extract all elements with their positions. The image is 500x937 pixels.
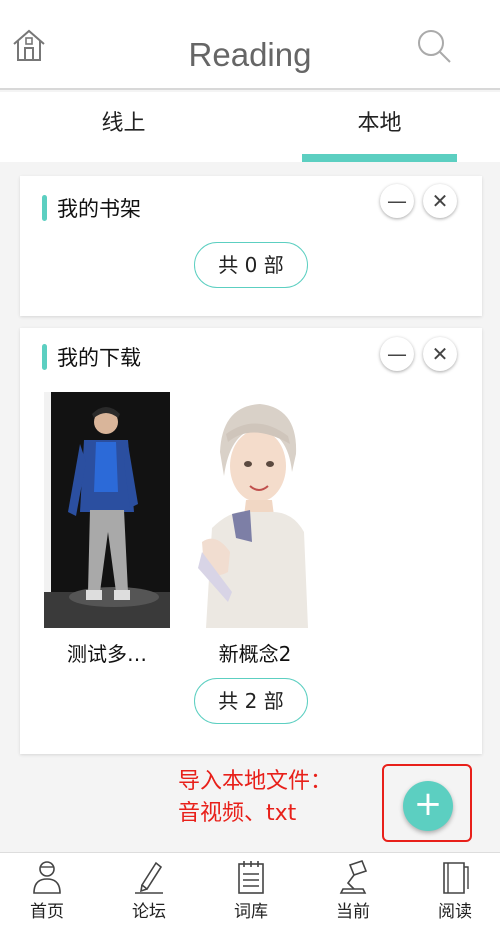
minus-icon: — [387, 342, 407, 366]
download-header: 我的下载 [42, 344, 141, 370]
download-card: 我的下载 — ✕ 测试多… 新概念2 共 2 部 [20, 328, 482, 754]
nav-home[interactable]: 首页 [12, 859, 82, 922]
bottom-nav: 首页 论坛 词库 当前 阅读 [0, 852, 500, 937]
annotation-line-2: 音视频、txt [178, 801, 297, 826]
tab-online[interactable]: 线上 [46, 92, 201, 162]
section-marker [42, 195, 47, 221]
search-icon[interactable] [414, 26, 454, 66]
app-header: Reading [0, 0, 500, 90]
nav-vocab[interactable]: 词库 [216, 859, 286, 922]
bookshelf-header: 我的书架 [42, 195, 141, 221]
nav-current[interactable]: 当前 [318, 859, 388, 922]
bookshelf-title: 我的书架 [57, 197, 141, 221]
book-icon [443, 862, 469, 894]
nav-vocab-label: 词库 [234, 902, 268, 922]
pen-icon [135, 861, 163, 894]
person-icon [33, 861, 61, 894]
close-icon: ✕ [431, 189, 449, 213]
close-icon: ✕ [431, 342, 449, 366]
tab-local[interactable]: 本地 [302, 92, 457, 162]
notebook-icon [238, 861, 264, 894]
book-cover [44, 392, 170, 628]
minus-icon: — [387, 189, 407, 213]
nav-current-label: 当前 [336, 902, 370, 922]
book-item[interactable]: 测试多… [44, 392, 170, 667]
download-title: 我的下载 [57, 346, 141, 370]
book-cover [192, 392, 318, 628]
download-count[interactable]: 共 2 部 [194, 678, 308, 724]
active-tab-indicator [302, 154, 457, 162]
book-title: 测试多… [67, 642, 147, 666]
close-button[interactable]: ✕ [423, 337, 457, 371]
collapse-button[interactable]: — [380, 337, 414, 371]
book-item[interactable]: 新概念2 [192, 392, 318, 667]
lamp-icon [339, 860, 368, 894]
nav-reading-label: 阅读 [438, 902, 472, 922]
bookshelf-count[interactable]: 共 0 部 [194, 242, 308, 288]
nav-home-label: 首页 [30, 902, 64, 922]
add-file-button[interactable]: + [403, 781, 453, 831]
tab-local-label: 本地 [357, 111, 402, 136]
nav-reading[interactable]: 阅读 [420, 859, 490, 922]
tab-online-label: 线上 [101, 111, 146, 136]
annotation-line-1: 导入本地文件： [178, 769, 333, 794]
import-annotation: 导入本地文件： 音视频、txt [178, 766, 332, 830]
collapse-button[interactable]: — [380, 184, 414, 218]
source-tabs: 线上 本地 [0, 92, 500, 162]
bookshelf-card: 我的书架 — ✕ 共 0 部 [20, 176, 482, 316]
section-marker [42, 344, 47, 370]
plus-icon: + [413, 784, 443, 824]
close-button[interactable]: ✕ [423, 184, 457, 218]
nav-forum-label: 论坛 [132, 902, 166, 922]
nav-forum[interactable]: 论坛 [114, 859, 184, 922]
book-title: 新概念2 [218, 642, 292, 666]
